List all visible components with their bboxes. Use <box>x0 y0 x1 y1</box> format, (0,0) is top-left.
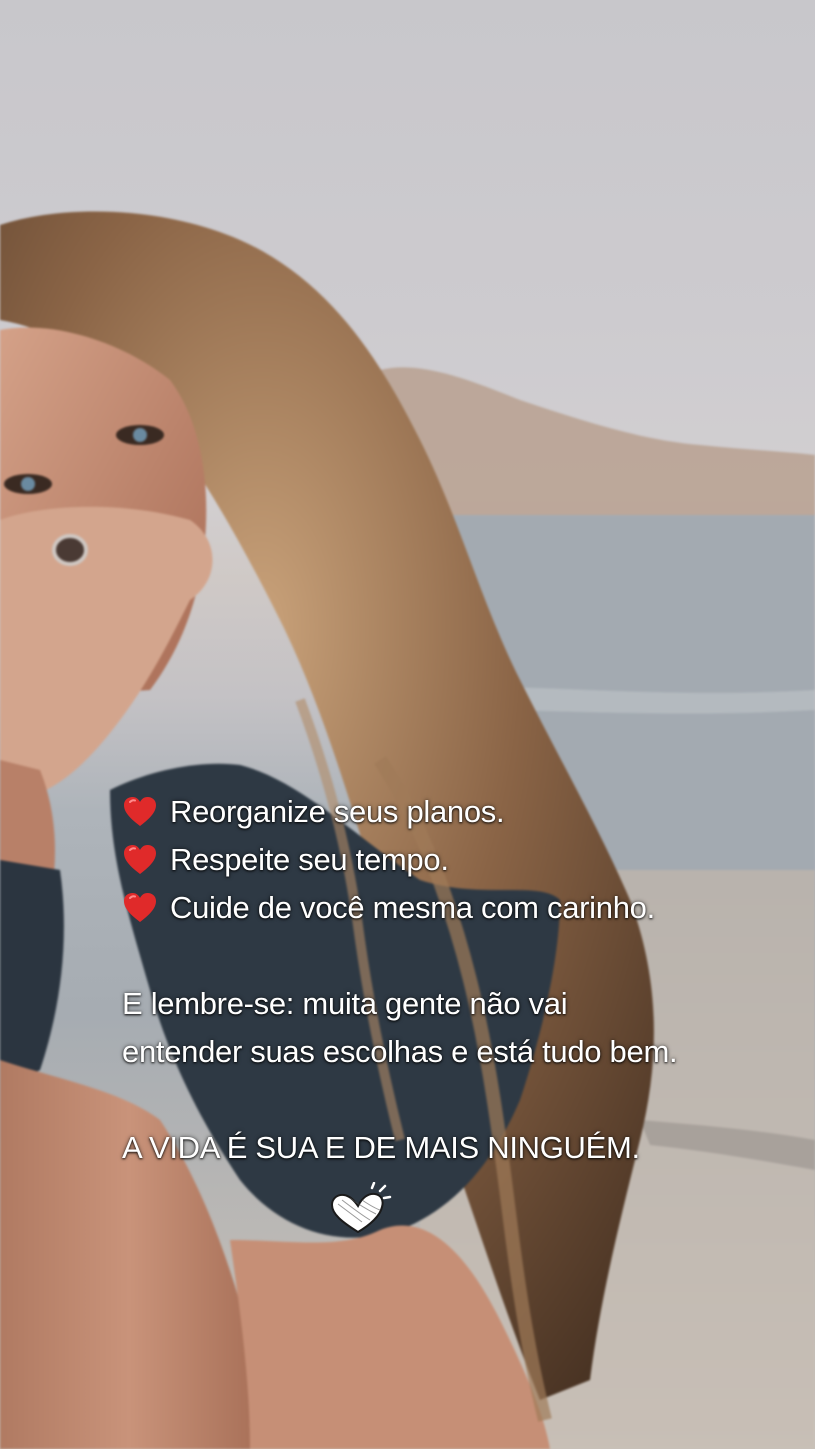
bullet-line: Cuide de você mesma com carinho. <box>122 884 762 932</box>
red-heart-icon <box>124 845 156 874</box>
bullet-text: Respeite seu tempo. <box>170 842 449 877</box>
red-heart-icon <box>124 893 156 922</box>
reminder-line-1: E lembre-se: muita gente não vai <box>122 986 568 1021</box>
bullet-text: Reorganize seus planos. <box>170 794 505 829</box>
quote-caption: Reorganize seus planos. Respeite seu tem… <box>122 788 762 1172</box>
sleeve-left <box>0 860 64 1090</box>
bullet-text: Cuide de você mesma com carinho. <box>170 890 655 925</box>
hands <box>0 506 213 800</box>
ring <box>52 534 88 566</box>
story-image: Reorganize seus planos. Respeite seu tem… <box>0 0 815 1449</box>
bullet-line: Respeite seu tempo. <box>122 836 762 884</box>
sketched-heart-icon <box>330 1182 392 1234</box>
reminder-line-2: entender suas escolhas e está tudo bem. <box>122 1034 678 1069</box>
background-photo <box>0 211 815 1449</box>
closing-line: A VIDA É SUA E DE MAIS NINGUÉM. <box>122 1130 640 1165</box>
bullet-line: Reorganize seus planos. <box>122 788 762 836</box>
red-heart-icon <box>124 797 156 826</box>
